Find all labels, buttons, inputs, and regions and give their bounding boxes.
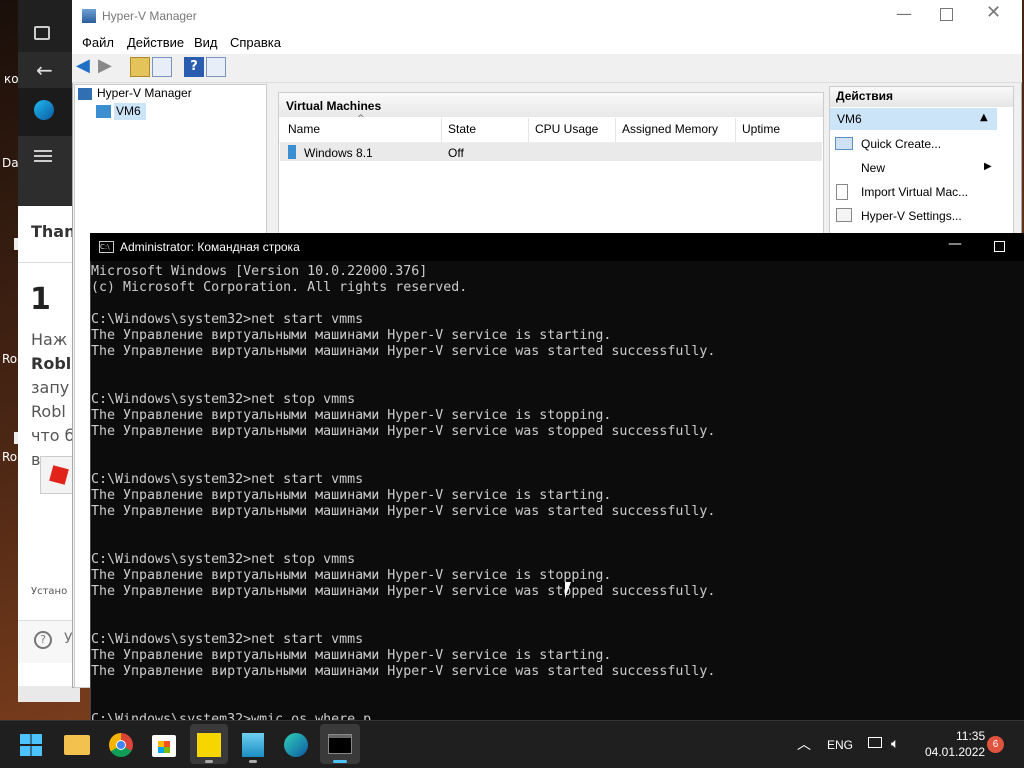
vm-state: Off bbox=[448, 146, 464, 160]
article-line: запу bbox=[31, 378, 70, 397]
running-indicator bbox=[333, 760, 347, 763]
minimize-button[interactable]: — bbox=[896, 4, 912, 23]
actions-title: Действия bbox=[836, 89, 894, 103]
hyperv-title-bar[interactable]: Hyper-V Manager — ✕ bbox=[72, 0, 1022, 32]
clock-time[interactable]: 11:35 bbox=[956, 729, 985, 743]
menu-help[interactable]: Справка bbox=[230, 35, 281, 50]
column-cpu-usage[interactable]: CPU Usage bbox=[535, 122, 598, 136]
volume-icon[interactable]: 🔈︎ bbox=[891, 735, 899, 752]
hyperv-icon[interactable] bbox=[242, 733, 264, 757]
column-separator[interactable] bbox=[735, 118, 736, 142]
chrome-icon[interactable] bbox=[109, 733, 133, 757]
desktop-icon-label[interactable]: Da bbox=[2, 156, 19, 170]
store-icon[interactable] bbox=[152, 735, 176, 757]
cmd-app-icon: C:\ bbox=[99, 241, 114, 253]
menu-view[interactable]: Вид bbox=[194, 35, 218, 50]
desktop-icon-label[interactable]: Ro bbox=[2, 450, 17, 464]
close-button[interactable]: ✕ bbox=[986, 2, 1001, 23]
article-line: Robl bbox=[31, 402, 66, 421]
desktop-icon-label[interactable]: Ro bbox=[2, 352, 17, 366]
column-separator[interactable] bbox=[441, 118, 442, 142]
back-icon[interactable]: ◀ bbox=[76, 57, 96, 77]
vm-icon bbox=[288, 145, 296, 159]
submenu-arrow-icon: ▶ bbox=[984, 161, 992, 172]
server-icon bbox=[96, 105, 111, 118]
tab-actions-icon[interactable] bbox=[34, 26, 50, 40]
file-explorer-icon[interactable] bbox=[64, 735, 90, 755]
browser-nav-bar: ← bbox=[18, 52, 80, 88]
terminal-icon[interactable] bbox=[328, 734, 352, 754]
action-import-virtual-machine[interactable]: Import Virtual Mac... bbox=[861, 185, 968, 199]
start-icon[interactable] bbox=[20, 734, 42, 756]
minimize-button[interactable]: — bbox=[948, 236, 962, 252]
menu-file[interactable]: Файл bbox=[82, 35, 114, 50]
console-output[interactable]: Microsoft Windows [Version 10.0.22000.37… bbox=[91, 264, 1021, 720]
column-separator[interactable] bbox=[528, 118, 529, 142]
actions-group-label: VM6 bbox=[837, 112, 862, 126]
mouse-cursor bbox=[565, 582, 571, 598]
vm-name: Windows 8.1 bbox=[304, 146, 373, 160]
hyperv-app-icon bbox=[82, 9, 96, 23]
hamburger-menu-icon[interactable] bbox=[34, 150, 52, 152]
settings-icon bbox=[836, 208, 852, 222]
table-row[interactable]: Windows 8.1 Off bbox=[280, 143, 822, 161]
browser-tab-bar bbox=[18, 0, 80, 52]
network-icon[interactable] bbox=[868, 737, 882, 748]
site-header bbox=[18, 136, 80, 206]
running-indicator bbox=[249, 760, 257, 763]
tree-root[interactable]: Hyper-V Manager bbox=[97, 86, 192, 100]
show-tree-icon[interactable] bbox=[152, 57, 172, 77]
tree-item-vm6[interactable]: VM6 bbox=[116, 104, 141, 118]
sort-ascending-icon: ^ bbox=[357, 114, 365, 124]
article-line: Robl bbox=[31, 354, 72, 373]
edge-icon[interactable] bbox=[284, 733, 308, 757]
help-icon[interactable]: ? bbox=[184, 57, 204, 77]
clock-date[interactable]: 04.01.2022 bbox=[925, 745, 985, 759]
running-indicator bbox=[205, 760, 213, 763]
column-assigned-memory[interactable]: Assigned Memory bbox=[622, 122, 718, 136]
help-bar: ? У bbox=[18, 620, 80, 663]
column-separator[interactable] bbox=[615, 118, 616, 142]
back-arrow-icon[interactable]: ← bbox=[36, 58, 53, 82]
menu-action[interactable]: Действие bbox=[127, 35, 184, 50]
action-quick-create[interactable]: Quick Create... bbox=[861, 137, 941, 151]
column-state[interactable]: State bbox=[448, 122, 476, 136]
quick-create-icon bbox=[835, 137, 853, 150]
column-uptime[interactable]: Uptime bbox=[742, 122, 780, 136]
maximize-button[interactable] bbox=[994, 241, 1005, 252]
step-number: 1 bbox=[30, 282, 51, 317]
article-line: Наж bbox=[31, 330, 68, 349]
import-icon bbox=[836, 184, 848, 200]
help-icon[interactable]: ? bbox=[34, 631, 52, 649]
up-folder-icon[interactable] bbox=[130, 57, 150, 77]
article-title: Than bbox=[31, 222, 76, 241]
browser-favicon-area bbox=[18, 88, 80, 136]
cmd-title-bar[interactable]: C:\ Administrator: Командная строка — bbox=[90, 233, 1024, 261]
show-action-pane-icon[interactable] bbox=[206, 57, 226, 77]
actions-group-header[interactable]: VM6 ▲ bbox=[830, 108, 997, 130]
sticky-notes-icon[interactable] bbox=[197, 733, 221, 757]
divider bbox=[18, 262, 80, 263]
action-hyperv-settings[interactable]: Hyper-V Settings... bbox=[861, 209, 962, 223]
panel-title: Virtual Machines bbox=[286, 99, 382, 113]
chevron-up-icon[interactable]: ︿ bbox=[797, 734, 811, 754]
actions-header: Действия bbox=[830, 87, 1013, 107]
language-indicator[interactable]: ENG bbox=[827, 738, 853, 752]
maximize-button[interactable] bbox=[940, 8, 953, 21]
horizontal-scrollbar[interactable] bbox=[18, 686, 80, 702]
action-new[interactable]: New bbox=[861, 161, 885, 175]
desktop-icon-label[interactable]: ко bbox=[4, 72, 19, 86]
column-name[interactable]: Name bbox=[288, 122, 320, 136]
edge-icon[interactable] bbox=[34, 100, 54, 120]
hyperv-manager-icon bbox=[78, 88, 92, 100]
roblox-icon bbox=[49, 465, 69, 485]
window-title: Hyper-V Manager bbox=[102, 9, 197, 23]
forward-icon[interactable]: ▶ bbox=[98, 57, 118, 77]
footer-text: Устано bbox=[31, 586, 68, 597]
cmd-title: Administrator: Командная строка bbox=[120, 240, 300, 254]
collapse-icon[interactable]: ▲ bbox=[980, 112, 988, 123]
notification-badge[interactable]: 6 bbox=[987, 736, 1004, 753]
article-line: что б bbox=[31, 426, 75, 445]
